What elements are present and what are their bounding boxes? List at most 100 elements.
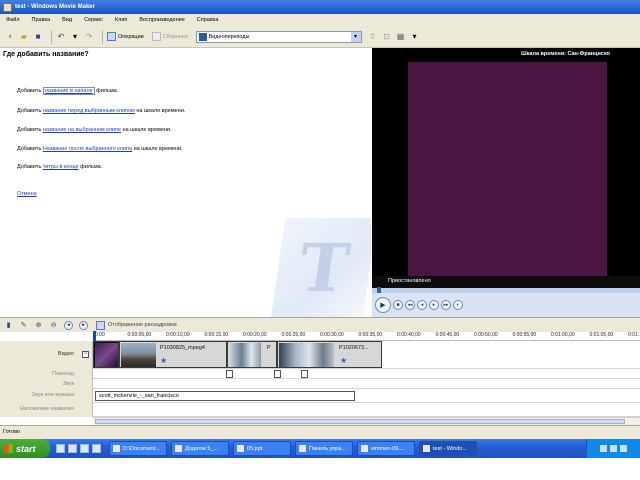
ruler-tick-label: 0:00:10,00: [166, 332, 190, 338]
music-clip[interactable]: scott_mckenzie_-_san_francisco: [95, 391, 355, 401]
title-overlay-track: [93, 403, 640, 417]
system-tray: [586, 439, 640, 458]
split-clip-icon[interactable]: ◐: [453, 300, 463, 310]
video-clip[interactable]: P1030825_mpeg4 ★: [119, 341, 227, 368]
taskbar-button-label: Панель упра...: [309, 445, 346, 452]
collection-select-value: Видеопереходы: [208, 33, 250, 40]
playhead[interactable]: [93, 331, 96, 341]
clip-name: P1020673...: [339, 345, 369, 351]
video-track-label: Видео: [57, 351, 74, 357]
title-overlay-track-label: Наложение названия: [19, 406, 74, 412]
taskbar-button[interactable]: Панель упра...: [295, 441, 353, 456]
save-icon[interactable]: ■: [33, 32, 43, 42]
show-storyboard-button[interactable]: Отображение раскадровки: [96, 320, 177, 330]
storyboard-icon: [96, 320, 105, 330]
transition-marker[interactable]: [301, 370, 308, 378]
taskbar-button[interactable]: 05.ppt: [233, 441, 291, 456]
video-clip[interactable]: [93, 341, 119, 368]
music-track: scott_mckenzie_-_san_francisco: [93, 389, 640, 403]
language-icon[interactable]: [600, 445, 607, 452]
video-track: P1030825_mpeg4 ★ P P1020673... ★: [93, 341, 640, 369]
credits-at-end-link[interactable]: титры в конце: [43, 164, 79, 170]
zoom-in-icon[interactable]: ⊕: [34, 321, 43, 330]
menu-play[interactable]: Воспроизведение: [139, 17, 184, 23]
timeline-scrollbar[interactable]: [93, 417, 640, 425]
clip-thumbnail: [279, 343, 334, 367]
views-dropdown-icon[interactable]: ▾: [410, 32, 420, 42]
collapse-video-track-icon[interactable]: −: [82, 351, 89, 358]
previous-frame-icon[interactable]: ◂◂: [405, 300, 415, 310]
stop-icon[interactable]: ■: [393, 300, 403, 310]
chevron-down-icon[interactable]: ▾: [350, 31, 361, 42]
set-audio-levels-icon[interactable]: ▮: [4, 321, 13, 330]
rewind-timeline-icon[interactable]: ◂: [64, 320, 73, 330]
storyboard-label: Отображение раскадровки: [108, 322, 177, 328]
menu-view[interactable]: Вид: [62, 17, 72, 23]
taskbar-button[interactable]: wmmen-09....: [357, 441, 415, 456]
ie-icon[interactable]: [56, 444, 65, 453]
ruler-tick-label: 0:00:40,00: [397, 332, 421, 338]
start-button[interactable]: start: [0, 439, 50, 458]
cancel-link[interactable]: Отмена: [17, 191, 37, 197]
timeline-tracks: P1030825_mpeg4 ★ P P1020673... ★ scott_m…: [93, 341, 640, 417]
task-item: Добавить Название после выбранного клипа…: [17, 146, 183, 152]
up-level-icon[interactable]: ⇧: [368, 32, 378, 42]
media-player-icon[interactable]: [92, 444, 101, 453]
ruler-tick-label: 0:00:25,00: [281, 332, 306, 338]
video-clip[interactable]: P1020673... ★: [277, 341, 382, 368]
movie-maker-app-icon: [3, 2, 12, 12]
menu-clip[interactable]: Клип: [115, 17, 127, 23]
undo-icon[interactable]: ↶: [56, 32, 66, 42]
operations-label: Операции: [118, 33, 144, 40]
open-folder-icon[interactable]: ▰: [19, 32, 29, 42]
menu-file[interactable]: Файл: [6, 17, 20, 23]
taskbar-button-active[interactable]: test - Windo...: [419, 441, 477, 456]
title-on-clip-link[interactable]: название на выбранном клипе: [43, 127, 121, 133]
new-project-icon[interactable]: ▫: [5, 32, 15, 42]
video-clip[interactable]: P: [227, 341, 277, 368]
menu-help[interactable]: Справка: [197, 17, 219, 23]
zoom-out-icon[interactable]: ⊖: [49, 321, 58, 330]
rewind-icon[interactable]: ◂: [417, 300, 427, 310]
folder-icon: [113, 445, 120, 452]
taskbar-button[interactable]: Додаток 5_...: [171, 441, 229, 456]
timeline-ruler[interactable]: 0:00 0:00:05,00 0:00:10,00 0:00:15,00 0:00:2…: [93, 332, 640, 341]
outlook-icon[interactable]: [68, 444, 77, 453]
operations-button[interactable]: Операции: [107, 32, 144, 41]
music-track-label: Звук или музыка: [31, 392, 74, 398]
clip-thumbnail: [229, 343, 261, 367]
menu-tools[interactable]: Сервис: [84, 17, 103, 23]
document-icon: [361, 445, 368, 452]
title-before-clip-link[interactable]: название перед выбранным клипом: [43, 108, 135, 114]
scrollbar-thumb[interactable]: [95, 419, 625, 424]
collection-select[interactable]: Видеопереходы ▾: [195, 30, 362, 43]
menu-edit[interactable]: Правка: [32, 17, 51, 23]
title-after-clip-link[interactable]: Название после выбранного клипа: [43, 146, 132, 152]
play-icon[interactable]: ▶: [375, 297, 391, 313]
task-item-text: Добавить: [17, 164, 43, 170]
transition-marker[interactable]: [226, 370, 233, 378]
task-item: Добавить название на выбранном клипе на …: [17, 127, 171, 133]
collections-button[interactable]: Сборники: [151, 32, 188, 41]
transition-marker[interactable]: [274, 370, 281, 378]
task-item: Добавить титры в конце фильма.: [17, 164, 102, 170]
desktop-icon[interactable]: [80, 444, 89, 453]
ruler-tick-label: 0:00:45,00: [435, 332, 460, 338]
forward-icon[interactable]: ▸: [429, 300, 439, 310]
audio-track: [93, 379, 640, 389]
next-frame-icon[interactable]: ▸▸: [441, 300, 451, 310]
ruler-tick-label: 0:01:00,00: [551, 332, 575, 338]
redo-icon[interactable]: ↷: [84, 32, 94, 42]
taskbar-button[interactable]: D:\Document...: [109, 441, 167, 456]
title-at-start-link[interactable]: название в начале: [42, 87, 95, 95]
menu-bar: Файл Правка Вид Сервис Клип Воспроизведе…: [0, 14, 640, 26]
taskbar-button-label: D:\Document...: [123, 445, 160, 452]
narrate-microphone-icon[interactable]: ✎: [19, 321, 28, 330]
new-folder-icon[interactable]: ⊡: [382, 32, 392, 42]
volume-icon[interactable]: [620, 445, 627, 452]
start-label: start: [16, 443, 36, 454]
network-icon[interactable]: [610, 445, 617, 452]
views-icon[interactable]: ▦: [396, 32, 406, 42]
play-timeline-icon[interactable]: ▸: [79, 320, 88, 330]
undo-dropdown-icon[interactable]: ▾: [70, 32, 80, 42]
